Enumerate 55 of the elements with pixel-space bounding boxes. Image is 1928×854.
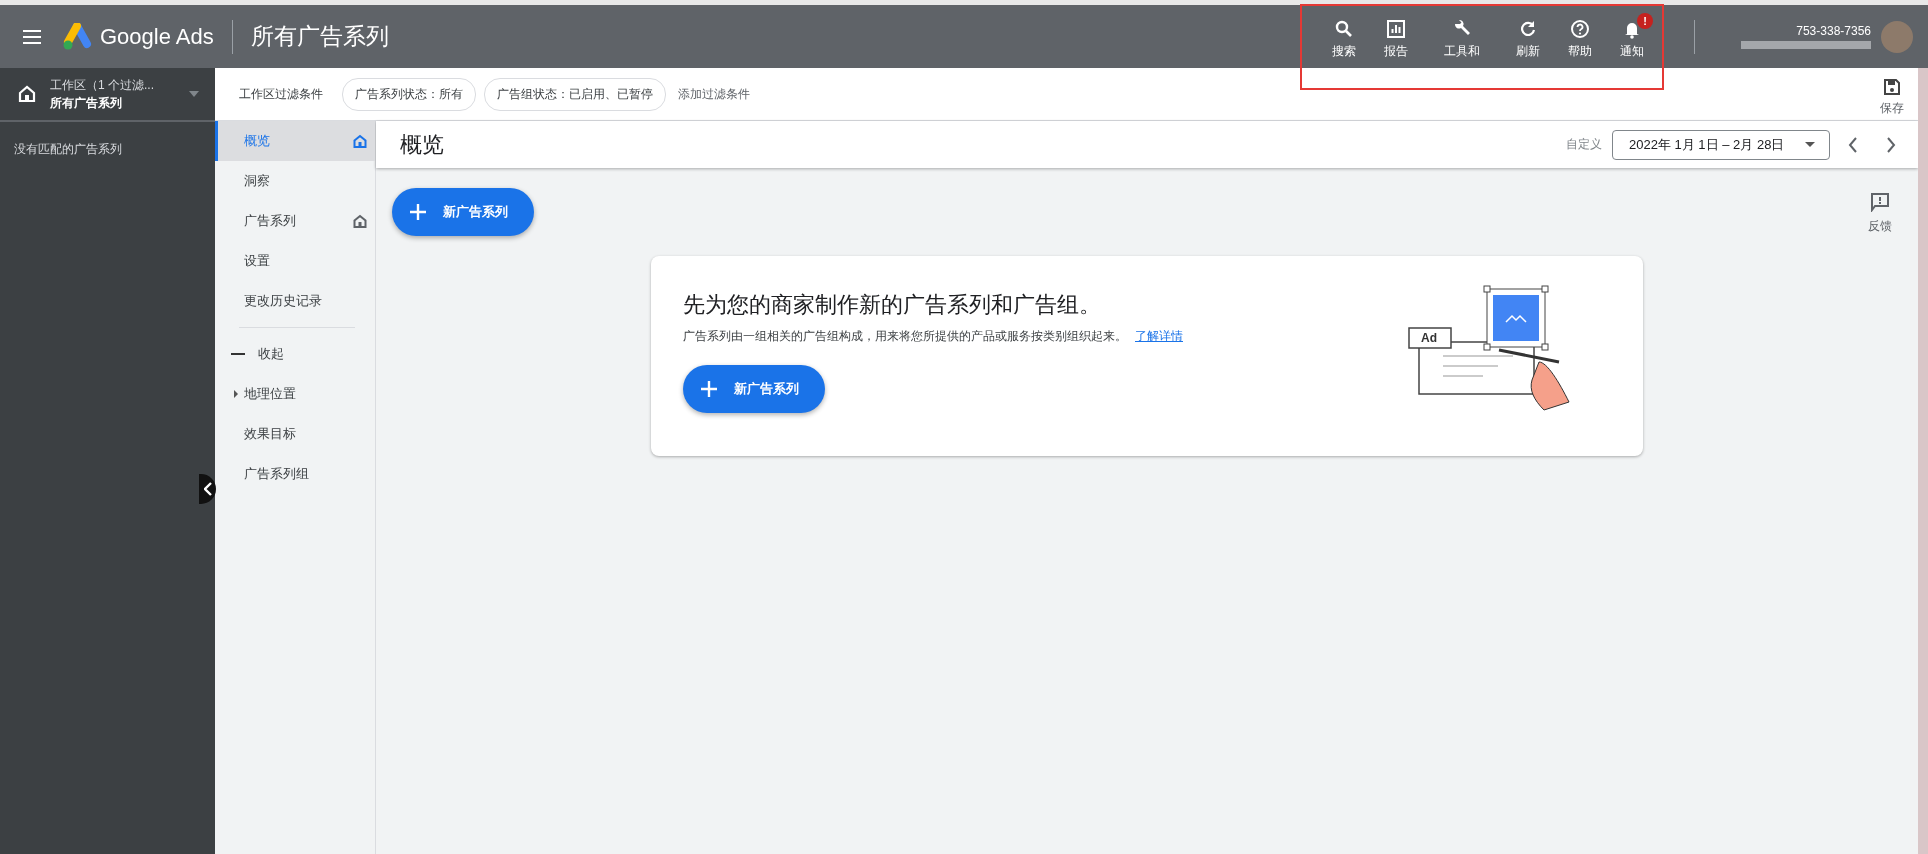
account-id: 753-338-7356 [1796, 24, 1871, 38]
logo-text: Google Ads [100, 23, 214, 50]
nav-item[interactable]: 收起 [215, 334, 375, 374]
caret-icon [189, 91, 199, 97]
nav-item[interactable]: 地理位置 [215, 374, 375, 414]
nav-item[interactable]: 设置 [215, 241, 375, 281]
dropdown-caret-icon [1805, 142, 1815, 147]
nav-item[interactable]: 广告系列组 [215, 454, 375, 494]
workspace-title: 工作区（1 个过滤... [50, 76, 155, 94]
nav-item[interactable]: 更改历史记录 [215, 281, 375, 321]
date-range-label: 自定义 [1566, 136, 1602, 153]
minus-icon [231, 353, 245, 355]
home-icon [353, 214, 367, 228]
new-campaign-button[interactable]: 新广告系列 [392, 188, 534, 236]
filter-label: 工作区过滤条件 [239, 85, 323, 103]
logo-icon [62, 22, 92, 51]
card-title: 先为您的商家制作新的广告系列和广告组。 [683, 291, 1102, 319]
home-icon [353, 134, 367, 148]
nav-item[interactable]: 洞察 [215, 161, 375, 201]
empty-message: 没有匹配的广告系列 [14, 141, 123, 158]
page-title: 所有广告系列 [250, 22, 389, 51]
search-icon [1334, 19, 1354, 39]
learn-more-link[interactable]: 了解详情 [1135, 329, 1183, 343]
section-title: 概览 [400, 130, 444, 159]
home-icon [18, 85, 36, 103]
date-range-dropdown[interactable]: 2022年 1月 1日 – 2月 28日 [1612, 129, 1830, 160]
plus-icon [410, 204, 426, 220]
toolbar-button[interactable]: ! 通知 [1606, 13, 1658, 60]
save-button[interactable]: 保存 [1880, 77, 1904, 117]
filter-chip[interactable]: 广告系列状态：所有 [342, 77, 476, 111]
chevron-left-icon[interactable] [1848, 136, 1858, 153]
chevron-right-icon[interactable] [1886, 136, 1896, 153]
feedback-button[interactable]: 反馈 [1868, 192, 1892, 235]
refresh-icon [1518, 19, 1538, 39]
toolbar-button[interactable]: 刷新 [1502, 13, 1554, 60]
toolbar-button[interactable]: 工具和 [1422, 13, 1502, 60]
notification-badge: ! [1637, 13, 1653, 29]
toolbar-button[interactable]: 搜索 [1318, 13, 1370, 60]
nav-item[interactable]: 效果目标 [215, 414, 375, 454]
feedback-icon [1870, 192, 1890, 212]
bar-chart-icon [1386, 19, 1406, 39]
menu-icon[interactable] [22, 28, 42, 45]
nav-item[interactable]: 广告系列 [215, 201, 375, 241]
help-icon [1570, 19, 1590, 39]
add-filter-link[interactable]: 添加过滤条件 [678, 85, 750, 103]
toolbar-button[interactable]: 报告 [1370, 13, 1422, 60]
expand-triangle-icon [234, 390, 238, 398]
card-description: 广告系列由一组相关的广告组构成，用来将您所提供的产品或服务按类别组织起来。 [683, 328, 1127, 345]
plus-icon [701, 381, 717, 397]
ad-creation-drawing: Ad [1399, 284, 1579, 414]
new-campaign-button[interactable]: 新广告系列 [683, 365, 825, 413]
workspace-subtitle: 所有广告系列 [50, 94, 123, 112]
filter-chip[interactable]: 广告组状态：已启用、已暂停 [484, 77, 666, 111]
nav-item[interactable]: 概览 [215, 121, 375, 161]
toolbar-button[interactable]: 帮助 [1554, 13, 1606, 60]
